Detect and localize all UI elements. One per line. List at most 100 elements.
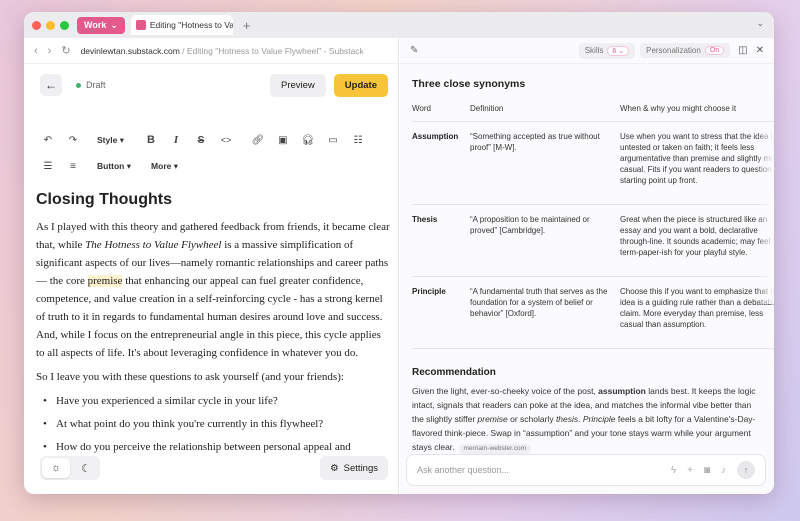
forward-arrow-icon[interactable]: ›	[48, 45, 52, 57]
preview-button[interactable]: Preview	[270, 73, 326, 97]
send-button[interactable]: ↑	[737, 461, 755, 479]
video-icon[interactable]: ▭	[325, 135, 341, 146]
plus-icon[interactable]: +	[687, 465, 693, 476]
moon-icon[interactable]: ☾	[72, 462, 100, 475]
ask-input-actions: ϟ + ◙ ♪ ↑	[671, 461, 755, 479]
table-cell-word: Thesis	[412, 204, 470, 277]
tab-menu-chevron-icon[interactable]: ⌄	[756, 18, 764, 29]
ask-placeholder: Ask another question...	[417, 465, 510, 475]
workspace-switcher[interactable]: Work ⌄	[77, 16, 125, 34]
text-run: Given the light, ever-so-cheeky voice of…	[412, 386, 599, 396]
paragraph: As I played with this theory and gathere…	[36, 218, 391, 362]
sun-icon[interactable]: ☼	[42, 458, 70, 478]
back-button[interactable]: ←	[40, 74, 62, 96]
assistant-pane: ✎ Skills 6 ⌄ Personalization On ◫ ✕ Thre…	[400, 38, 774, 494]
back-arrow-icon[interactable]: ‹	[34, 45, 38, 57]
new-tab-button[interactable]: +	[243, 18, 251, 33]
settings-label: Settings	[343, 462, 378, 474]
article-body[interactable]: Closing Thoughts As I played with this t…	[36, 191, 391, 461]
draft-label: Draft	[86, 80, 106, 90]
text-run-italic: The Hotness to Value Flywheel	[85, 239, 222, 251]
skills-count-badge: 6 ⌄	[607, 45, 630, 56]
section-heading: Closing Thoughts	[36, 191, 172, 208]
column-header: Word	[412, 104, 470, 122]
image-icon[interactable]: ▣	[275, 135, 291, 146]
status-dot-icon	[76, 82, 81, 88]
skills-count: 6	[612, 47, 617, 55]
arrow-left-icon: ←	[45, 78, 57, 92]
browser-window: Work ⌄ Editing "Hotness to Va + ⌄ ‹ › ↻ …	[24, 12, 774, 494]
source-chip[interactable]: merriam-webster.com	[458, 444, 532, 454]
text-run-italic: Principle	[582, 414, 616, 424]
skills-label: Skills	[584, 46, 604, 55]
paragraph: So I leave you with these questions to a…	[36, 371, 344, 383]
microphone-icon[interactable]: ♪	[721, 465, 726, 476]
recommendation-heading: Recommendation	[412, 367, 496, 378]
numbered-list-icon[interactable]: ≡	[65, 161, 81, 172]
table-header-row: Word Definition When & why you might cho…	[412, 104, 774, 122]
button-dropdown[interactable]: Button ▾	[97, 161, 131, 172]
text-run: or scholarly	[507, 414, 556, 424]
column-header: Definition	[470, 104, 620, 122]
italic-icon[interactable]: I	[168, 134, 184, 146]
list-item: Have you experienced a similar cycle in …	[36, 392, 391, 410]
text-run-italic: premise	[477, 414, 508, 424]
title-bar: Work ⌄ Editing "Hotness to Va + ⌄	[24, 12, 774, 38]
camera-icon[interactable]: ◙	[704, 465, 710, 476]
url-text[interactable]: devinlewtan.substack.com / Editing "Hotn…	[81, 46, 364, 56]
synonyms-table: Word Definition When & why you might cho…	[412, 104, 774, 349]
gear-icon: ⚙	[330, 462, 339, 474]
minimize-window-button[interactable]	[46, 20, 55, 30]
workspace-label: Work	[84, 20, 107, 30]
assistant-window-controls: ◫ ✕	[738, 45, 764, 56]
table-cell-when: Use when you want to stress that the ide…	[620, 121, 774, 205]
format-toolbar-row2: ☰ ≡ Button ▾ More ▾	[40, 158, 187, 174]
tab-title: Editing "Hotness to Va	[149, 20, 233, 30]
theme-toggle[interactable]: ☼ ☾	[40, 456, 100, 480]
table-cell-definition: “Something accepted as true without proo…	[470, 121, 620, 205]
reload-icon[interactable]: ↻	[61, 44, 70, 57]
bold-icon[interactable]: B	[143, 134, 159, 146]
comment-icon[interactable]: ☷	[350, 135, 366, 146]
close-icon[interactable]: ✕	[756, 45, 764, 56]
tab-active[interactable]: Editing "Hotness to Va	[130, 15, 233, 35]
personalization-state-badge: On	[704, 46, 725, 55]
window-controls	[32, 20, 69, 30]
link-icon[interactable]: 🔗︎	[250, 135, 266, 146]
sidebar-layout-icon[interactable]: ◫	[738, 45, 747, 56]
redo-icon[interactable]: ↷	[65, 135, 81, 146]
text-run-italic: thesis	[555, 414, 579, 424]
undo-icon[interactable]: ↶	[40, 135, 56, 146]
bullet-list-icon[interactable]: ☰	[40, 161, 56, 172]
code-icon[interactable]: <>	[218, 135, 234, 145]
strikethrough-icon[interactable]: S	[193, 135, 209, 146]
new-chat-icon[interactable]: ✎	[410, 45, 418, 56]
substack-favicon-icon	[135, 20, 146, 30]
settings-button[interactable]: ⚙ Settings	[320, 456, 388, 480]
url-domain: devinlewtan.substack.com	[80, 45, 180, 56]
close-window-button[interactable]	[32, 20, 41, 30]
highlighted-word[interactable]: premise	[87, 275, 123, 287]
more-dropdown[interactable]: More ▾	[151, 161, 178, 172]
text-run-bold: assumption	[598, 386, 646, 396]
personalization-toggle[interactable]: Personalization On	[640, 43, 731, 58]
table-row: Principle “A fundamental truth that serv…	[412, 276, 774, 349]
table-row: Assumption “Something accepted as true w…	[412, 121, 774, 205]
caret-down-icon: ▾	[173, 160, 179, 171]
address-bar[interactable]: ‹ › ↻ devinlewtan.substack.com / Editing…	[24, 38, 398, 64]
list-item: How do you perceive the relationship bet…	[36, 438, 391, 456]
maximize-window-button[interactable]	[60, 20, 69, 30]
audio-icon[interactable]: 🎧︎	[300, 135, 316, 146]
table-cell-word: Principle	[412, 276, 470, 349]
skills-selector[interactable]: Skills 6 ⌄	[578, 42, 636, 59]
editor-pane: ‹ › ↻ devinlewtan.substack.com / Editing…	[24, 38, 399, 494]
ask-input[interactable]: Ask another question... ϟ + ◙ ♪ ↑	[406, 454, 766, 486]
update-button[interactable]: Update	[333, 73, 388, 97]
table-cell-when: Great when the piece is structured like …	[620, 204, 774, 277]
caret-down-icon: ▾	[126, 160, 132, 171]
style-label: Style	[97, 135, 118, 145]
format-toolbar: ↶ ↷ Style ▾ B I S <> 🔗︎ ▣ 🎧︎ ▭ ☷	[40, 132, 375, 148]
style-dropdown[interactable]: Style ▾	[97, 135, 124, 146]
url-path: / Editing "Hotness to Value Flywheel" - …	[179, 45, 364, 56]
lightning-icon[interactable]: ϟ	[671, 465, 676, 476]
